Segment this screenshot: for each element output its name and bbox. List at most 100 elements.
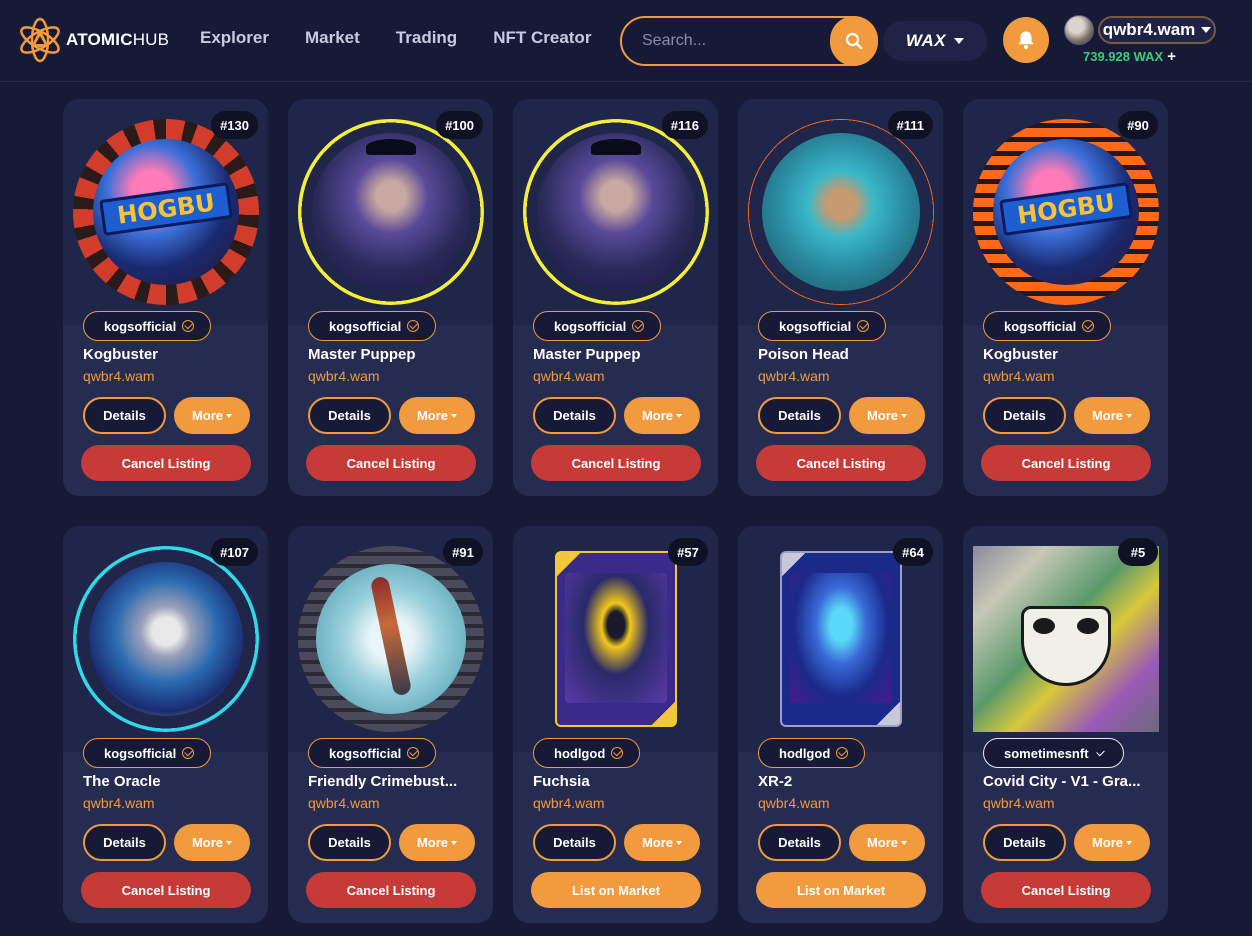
details-button[interactable]: Details <box>83 397 166 434</box>
details-button[interactable]: Details <box>983 397 1066 434</box>
nft-image[interactable] <box>748 119 934 305</box>
more-label: More <box>191 408 224 423</box>
nav-nft-creator[interactable]: NFT Creator <box>493 28 591 48</box>
collection-badge[interactable]: hodlgod <box>758 738 866 768</box>
owner-name[interactable]: qwbr4.wam <box>758 368 830 384</box>
cancel-listing-button[interactable]: Cancel Listing <box>81 445 251 481</box>
collection-badge[interactable]: kogsofficial <box>308 738 437 768</box>
more-button[interactable]: More <box>399 824 475 861</box>
cancel-listing-button[interactable]: Cancel Listing <box>81 872 251 908</box>
collection-badge[interactable]: hodlgod <box>533 738 641 768</box>
more-button[interactable]: More <box>174 397 250 434</box>
more-button[interactable]: More <box>624 397 700 434</box>
add-funds-button[interactable]: + <box>1167 48 1176 65</box>
chevron-down-icon <box>676 413 683 418</box>
nft-image[interactable] <box>523 119 709 305</box>
details-button[interactable]: Details <box>758 397 841 434</box>
cancel-listing-button[interactable]: Cancel Listing <box>756 445 926 481</box>
search-input[interactable] <box>642 18 832 64</box>
verified-icon <box>407 747 420 759</box>
collection-badge[interactable]: sometimesnft <box>983 738 1124 768</box>
more-button[interactable]: More <box>174 824 250 861</box>
chain-selector[interactable]: WAX <box>883 21 987 61</box>
more-button[interactable]: More <box>849 824 925 861</box>
cancel-listing-button[interactable]: Cancel Listing <box>981 445 1151 481</box>
collection-name: kogsofficial <box>329 318 402 334</box>
notifications-button[interactable] <box>1003 17 1049 63</box>
nft-image[interactable] <box>73 546 259 732</box>
collection-badge[interactable]: kogsofficial <box>83 311 212 341</box>
account-menu-button[interactable]: qwbr4.wam <box>1098 16 1216 44</box>
nft-name: Covid City - V1 - Gra... <box>983 773 1141 790</box>
nft-image[interactable] <box>555 551 677 727</box>
owner-name[interactable]: qwbr4.wam <box>983 795 1055 811</box>
nft-card[interactable]: #107 kogsofficial The Oracle qwbr4.wam D… <box>63 526 268 923</box>
owner-name[interactable]: qwbr4.wam <box>533 368 605 384</box>
collection-badge[interactable]: kogsofficial <box>83 738 212 768</box>
chevron-down-icon <box>451 413 458 418</box>
cancel-listing-button[interactable]: Cancel Listing <box>981 872 1151 908</box>
owner-name[interactable]: qwbr4.wam <box>83 795 155 811</box>
cancel-listing-button[interactable]: Cancel Listing <box>531 445 701 481</box>
owner-name[interactable]: qwbr4.wam <box>83 368 155 384</box>
search-button[interactable] <box>830 16 878 66</box>
nft-card[interactable]: #91 kogsofficial Friendly Crimebust... q… <box>288 526 493 923</box>
nft-image[interactable]: HOGBU <box>973 119 1159 305</box>
more-button[interactable]: More <box>849 397 925 434</box>
chevron-down-icon <box>451 840 458 845</box>
chevron-down-icon <box>1201 27 1212 33</box>
details-button[interactable]: Details <box>308 397 391 434</box>
collection-badge[interactable]: kogsofficial <box>983 311 1112 341</box>
nav-trading[interactable]: Trading <box>396 28 457 48</box>
nft-card[interactable]: #111 kogsofficial Poison Head qwbr4.wam … <box>738 99 943 496</box>
nft-card[interactable]: #57 hodlgod Fuchsia qwbr4.wam Details Mo… <box>513 526 718 923</box>
mask-face-art <box>1021 606 1111 686</box>
owner-name[interactable]: qwbr4.wam <box>308 795 380 811</box>
mint-number-badge: #130 <box>211 111 258 139</box>
owner-name[interactable]: qwbr4.wam <box>308 368 380 384</box>
nft-image[interactable] <box>973 546 1159 732</box>
details-button[interactable]: Details <box>533 824 616 861</box>
nft-card[interactable]: HOGBU #90 kogsofficial Kogbuster qwbr4.w… <box>963 99 1168 496</box>
nav-market[interactable]: Market <box>305 28 360 48</box>
nft-card[interactable]: #64 hodlgod XR-2 qwbr4.wam Details More … <box>738 526 943 923</box>
collection-name: hodlgod <box>554 745 606 761</box>
nav-explorer[interactable]: Explorer <box>200 28 269 48</box>
list-on-market-button[interactable]: List on Market <box>756 872 926 908</box>
avatar[interactable] <box>1064 15 1094 45</box>
more-button[interactable]: More <box>399 397 475 434</box>
nft-image[interactable]: HOGBU <box>73 119 259 305</box>
collection-badge[interactable]: kogsofficial <box>533 311 662 341</box>
more-button[interactable]: More <box>1074 397 1150 434</box>
nft-card[interactable]: #100 kogsofficial Master Puppep qwbr4.wa… <box>288 99 493 496</box>
owner-name[interactable]: qwbr4.wam <box>533 795 605 811</box>
cancel-listing-button[interactable]: Cancel Listing <box>306 445 476 481</box>
owner-name[interactable]: qwbr4.wam <box>983 368 1055 384</box>
details-button[interactable]: Details <box>83 824 166 861</box>
mint-number-badge: #91 <box>443 538 483 566</box>
verified-icon <box>632 320 645 332</box>
collection-badge[interactable]: kogsofficial <box>758 311 887 341</box>
nft-card[interactable]: #116 kogsofficial Master Puppep qwbr4.wa… <box>513 99 718 496</box>
details-button[interactable]: Details <box>983 824 1066 861</box>
nft-card[interactable]: #5 sometimesnft Covid City - V1 - Gra...… <box>963 526 1168 923</box>
owner-name[interactable]: qwbr4.wam <box>758 795 830 811</box>
nft-image[interactable] <box>780 551 902 727</box>
more-button[interactable]: More <box>1074 824 1150 861</box>
more-button[interactable]: More <box>624 824 700 861</box>
logo-text: ATOMICHUB <box>66 30 170 49</box>
nft-card[interactable]: HOGBU #130 kogsofficial Kogbuster qwbr4.… <box>63 99 268 496</box>
list-on-market-button[interactable]: List on Market <box>531 872 701 908</box>
cancel-listing-button[interactable]: Cancel Listing <box>306 872 476 908</box>
details-button[interactable]: Details <box>758 824 841 861</box>
nft-image[interactable] <box>298 119 484 305</box>
collection-badge[interactable]: kogsofficial <box>308 311 437 341</box>
details-button[interactable]: Details <box>533 397 616 434</box>
verified-icon <box>836 747 849 759</box>
nft-image[interactable] <box>298 546 484 732</box>
atomichub-logo[interactable]: ATOMICHUB <box>16 16 169 64</box>
fuchsia-figure-art <box>565 573 667 703</box>
more-label: More <box>416 835 449 850</box>
details-button[interactable]: Details <box>308 824 391 861</box>
nft-name: Friendly Crimebust... <box>308 773 458 790</box>
